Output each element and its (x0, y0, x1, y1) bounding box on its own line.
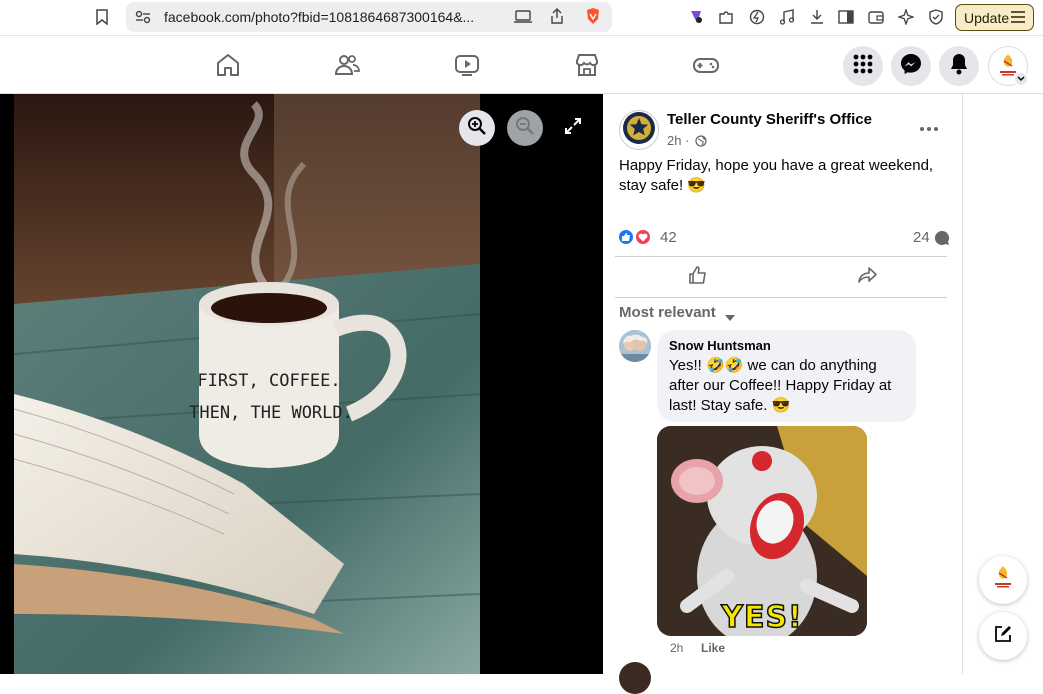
page-avatar[interactable] (619, 110, 659, 150)
account-chevron-icon[interactable] (1014, 72, 1028, 86)
cast-icon[interactable] (514, 8, 532, 26)
grid-icon (853, 54, 873, 79)
bookmark-icon[interactable] (93, 8, 111, 26)
actions-divider (615, 297, 947, 298)
fullscreen-button[interactable] (555, 110, 591, 146)
comment-timestamp[interactable]: 2h (670, 641, 683, 655)
love-reaction-icon[interactable] (634, 228, 652, 246)
profile-avatar[interactable] (988, 46, 1028, 86)
update-button[interactable]: Update (955, 4, 1034, 31)
gaming-icon[interactable] (692, 51, 720, 79)
zoom-in-icon (467, 116, 487, 141)
comment-sort-dropdown[interactable]: Most relevant (619, 304, 716, 321)
coffee-photo-illustration: FIRST, COFFEE. THEN, THE WORLD. (14, 94, 480, 674)
update-label: Update (964, 9, 1010, 26)
mug-text-line2: THEN, THE WORLD. (189, 403, 353, 423)
share-icon[interactable] (548, 7, 566, 25)
zoom-out-button[interactable] (507, 110, 543, 146)
sparkle-ai-icon[interactable] (897, 8, 915, 26)
comment-author-link[interactable]: Snow Huntsman (669, 338, 771, 353)
comment-gif[interactable]: YES! (657, 426, 867, 636)
gif-caption: YES! (720, 599, 803, 636)
url-text[interactable]: facebook.com/photo?fbid=1081864687300164… (164, 9, 474, 25)
marketplace-icon[interactable] (573, 51, 601, 79)
address-bar[interactable]: facebook.com/photo?fbid=1081864687300164… (126, 2, 612, 32)
new-message-button[interactable] (979, 612, 1027, 660)
friends-icon[interactable] (333, 51, 361, 79)
page-name-link[interactable]: Teller County Sheriff's Office (667, 111, 872, 128)
site-settings-icon[interactable] (134, 8, 152, 26)
globe-icon (695, 134, 707, 152)
compose-icon (993, 624, 1013, 649)
messenger-button[interactable] (891, 46, 931, 86)
extension-icon[interactable] (687, 8, 705, 26)
share-arrow-icon (858, 265, 878, 290)
commenter-photo (619, 330, 651, 362)
reactions-divider (615, 256, 947, 257)
photo-viewer: FIRST, COFFEE. THEN, THE WORLD. (0, 94, 603, 674)
post-details-panel: Teller County Sheriff's Office 2h · Happ… (603, 94, 963, 694)
like-reaction-icon[interactable] (617, 228, 635, 246)
home-icon[interactable] (214, 51, 242, 79)
post-photo[interactable]: FIRST, COFFEE. THEN, THE WORLD. (14, 94, 480, 674)
love-letter-icon (988, 563, 1018, 598)
brave-shield-icon[interactable] (584, 7, 602, 25)
zoom-in-button[interactable] (459, 110, 495, 146)
expand-icon (564, 117, 582, 140)
post-text: Happy Friday, hope you have a great week… (619, 157, 934, 194)
hamburger-menu-icon (1010, 10, 1026, 27)
more-dots-icon (920, 118, 938, 136)
download-icon[interactable] (808, 8, 826, 26)
thumbs-up-icon (688, 265, 708, 290)
post-options-button[interactable] (915, 118, 943, 136)
vpn-shield-icon[interactable] (927, 8, 945, 26)
leo-icon[interactable] (748, 8, 766, 26)
zoom-out-icon (515, 116, 535, 141)
comment-count[interactable]: 24 (913, 229, 930, 246)
comment-bubble: Snow Huntsman Yes!! 🤣🤣 we can do anythin… (657, 330, 916, 422)
messenger-icon (900, 53, 922, 80)
comment-bubble-icon (934, 230, 950, 251)
video-icon[interactable] (453, 51, 481, 79)
notifications-button[interactable] (939, 46, 979, 86)
reaction-count[interactable]: 42 (660, 229, 677, 246)
post-timestamp[interactable]: 2h · (667, 133, 689, 148)
love-letter-fab[interactable] (979, 556, 1027, 604)
bell-icon (949, 53, 969, 80)
next-commenter-avatar[interactable] (619, 662, 651, 694)
sort-caret-icon[interactable] (724, 309, 736, 327)
like-button[interactable] (623, 260, 773, 294)
music-icon[interactable] (778, 8, 796, 26)
sheriff-badge-icon (622, 111, 656, 150)
menu-grid-button[interactable] (843, 46, 883, 86)
facebook-top-nav (0, 37, 1043, 94)
sidebar-toggle-icon[interactable] (837, 8, 855, 26)
commenter-avatar[interactable] (619, 330, 651, 362)
mug-text-line1: FIRST, COFFEE. (197, 371, 340, 391)
comment-like-link[interactable]: Like (701, 641, 725, 655)
puzzle-icon[interactable] (717, 8, 735, 26)
share-button[interactable] (793, 260, 943, 294)
comment-text: Yes!! 🤣🤣 we can do anything after our Co… (669, 357, 892, 414)
wallet-icon[interactable] (867, 8, 885, 26)
browser-toolbar: facebook.com/photo?fbid=1081864687300164… (0, 0, 1043, 36)
